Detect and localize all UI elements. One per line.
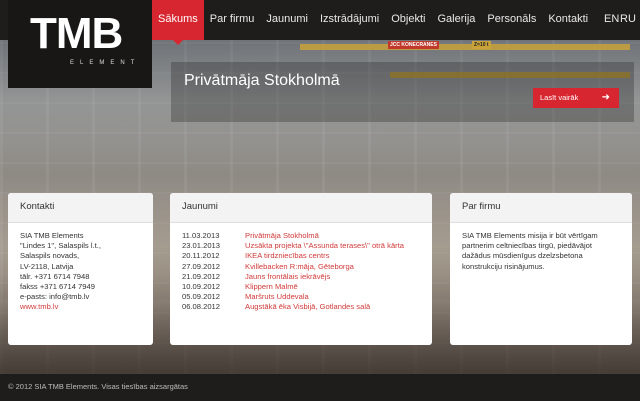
nav-item-sakums[interactable]: Sākums [152, 0, 204, 45]
about-heading: Par firmu [450, 193, 632, 223]
about-panel: Par firmu SIA TMB Elements misija ir būt… [450, 193, 632, 345]
news-item: 10.09.2012 Klippern Malmē [182, 282, 432, 292]
news-item: 21.09.2012 Jauns frontālais iekrāvējs [182, 272, 432, 282]
news-item: 23.01.2013 Uzsākta projekta \"Assunda te… [182, 241, 432, 251]
crane-beam [300, 44, 630, 50]
language-en-link[interactable]: EN [604, 0, 619, 38]
news-link[interactable]: Maršruts Uddevala [245, 292, 420, 302]
nav-item-kontakti[interactable]: Kontakti [542, 0, 594, 40]
nav-item-par-firmu[interactable]: Par firmu [204, 0, 261, 40]
arrow-right-icon: ➜ [601, 92, 610, 103]
news-item: 11.03.2013 Privātmāja Stokholmā [182, 231, 432, 241]
news-date: 21.09.2012 [182, 271, 221, 281]
news-link[interactable]: Augstākā ēka Visbijā, Gotlandes salā [245, 302, 420, 312]
news-date: 20.11.2012 [182, 251, 220, 261]
news-item: 05.09.2012 Maršruts Uddevala [182, 292, 432, 302]
news-link[interactable]: Kvillebacken R:māja, Gēteborga [245, 262, 420, 272]
nav-item-galerija[interactable]: Galerija [432, 0, 482, 40]
contacts-panel: Kontakti SIA TMB Elements "Lindes 1", Sa… [8, 193, 153, 345]
footer: © 2012 SIA TMB Elements. Visas tiesības … [0, 374, 640, 401]
nav-item-personals[interactable]: Personāls [481, 0, 542, 40]
contact-line: SIA TMB Elements [20, 231, 84, 240]
news-link[interactable]: Klippern Malmē [245, 282, 420, 292]
language-ru-link[interactable]: RU [620, 0, 636, 38]
read-more-button[interactable]: Lasīt vairāk ➜ [533, 88, 619, 108]
website-link[interactable]: www.tmb.lv [20, 302, 153, 312]
logo[interactable]: TMB ELEMENT [8, 0, 152, 88]
news-date: 23.01.2013 [182, 241, 221, 251]
contact-line: Salaspils novads, [20, 251, 80, 261]
news-item: 27.09.2012 Kvillebacken R:māja, Gēteborg… [182, 262, 432, 272]
news-link[interactable]: IKEA tirdzniecības centrs [245, 251, 420, 261]
copyright-text: © 2012 SIA TMB Elements. Visas tiesības … [8, 382, 188, 391]
news-date: 27.09.2012 [182, 261, 221, 271]
main-menu: Sākums Par firmu Jaunumi Izstrādājumi Ob… [152, 0, 594, 45]
news-date: 06.08.2012 [182, 302, 221, 312]
news-link[interactable]: Uzsākta projekta \"Assunda terases\" otr… [245, 241, 420, 251]
crane-label: JCC KONECRANES [388, 41, 439, 49]
contact-line: e-pasts: info@tmb.lv [20, 292, 90, 302]
news-link[interactable]: Privātmāja Stokholmā [245, 231, 420, 241]
about-text: SIA TMB Elements misija ir būt vērtīgam … [462, 231, 598, 271]
news-panel: Jaunumi 11.03.2013 Privātmāja Stokholmā … [170, 193, 432, 345]
news-item: 06.08.2012 Augstākā ēka Visbijā, Gotland… [182, 302, 432, 312]
news-date: 05.09.2012 [182, 292, 221, 302]
nav-item-jaunumi[interactable]: Jaunumi [260, 0, 314, 40]
crane-label: Z=10 t [472, 41, 491, 49]
contact-line: fakss +371 6714 7949 [20, 282, 95, 292]
news-date: 10.09.2012 [182, 282, 221, 292]
logo-subtitle: ELEMENT [70, 60, 141, 66]
contact-line: LV-2118, Latvija [20, 261, 74, 271]
nav-item-izstradajumi[interactable]: Izstrādājumi [314, 0, 385, 40]
nav-item-objekti[interactable]: Objekti [385, 0, 431, 40]
contact-line: tālr. +371 6714 7948 [20, 271, 90, 281]
read-more-label: Lasīt vairāk [540, 93, 579, 102]
news-link[interactable]: Jauns frontālais iekrāvējs [245, 272, 420, 282]
contact-line: "Lindes 1", Salaspils l.t., [20, 241, 101, 251]
logo-text: TMB [30, 9, 123, 58]
contacts-heading: Kontakti [8, 193, 153, 223]
slide-title: Privātmāja Stokholmā [184, 72, 340, 89]
news-item: 20.11.2012 IKEA tirdzniecības centrs [182, 251, 432, 261]
news-date: 11.03.2013 [182, 231, 220, 240]
news-heading: Jaunumi [170, 193, 432, 223]
